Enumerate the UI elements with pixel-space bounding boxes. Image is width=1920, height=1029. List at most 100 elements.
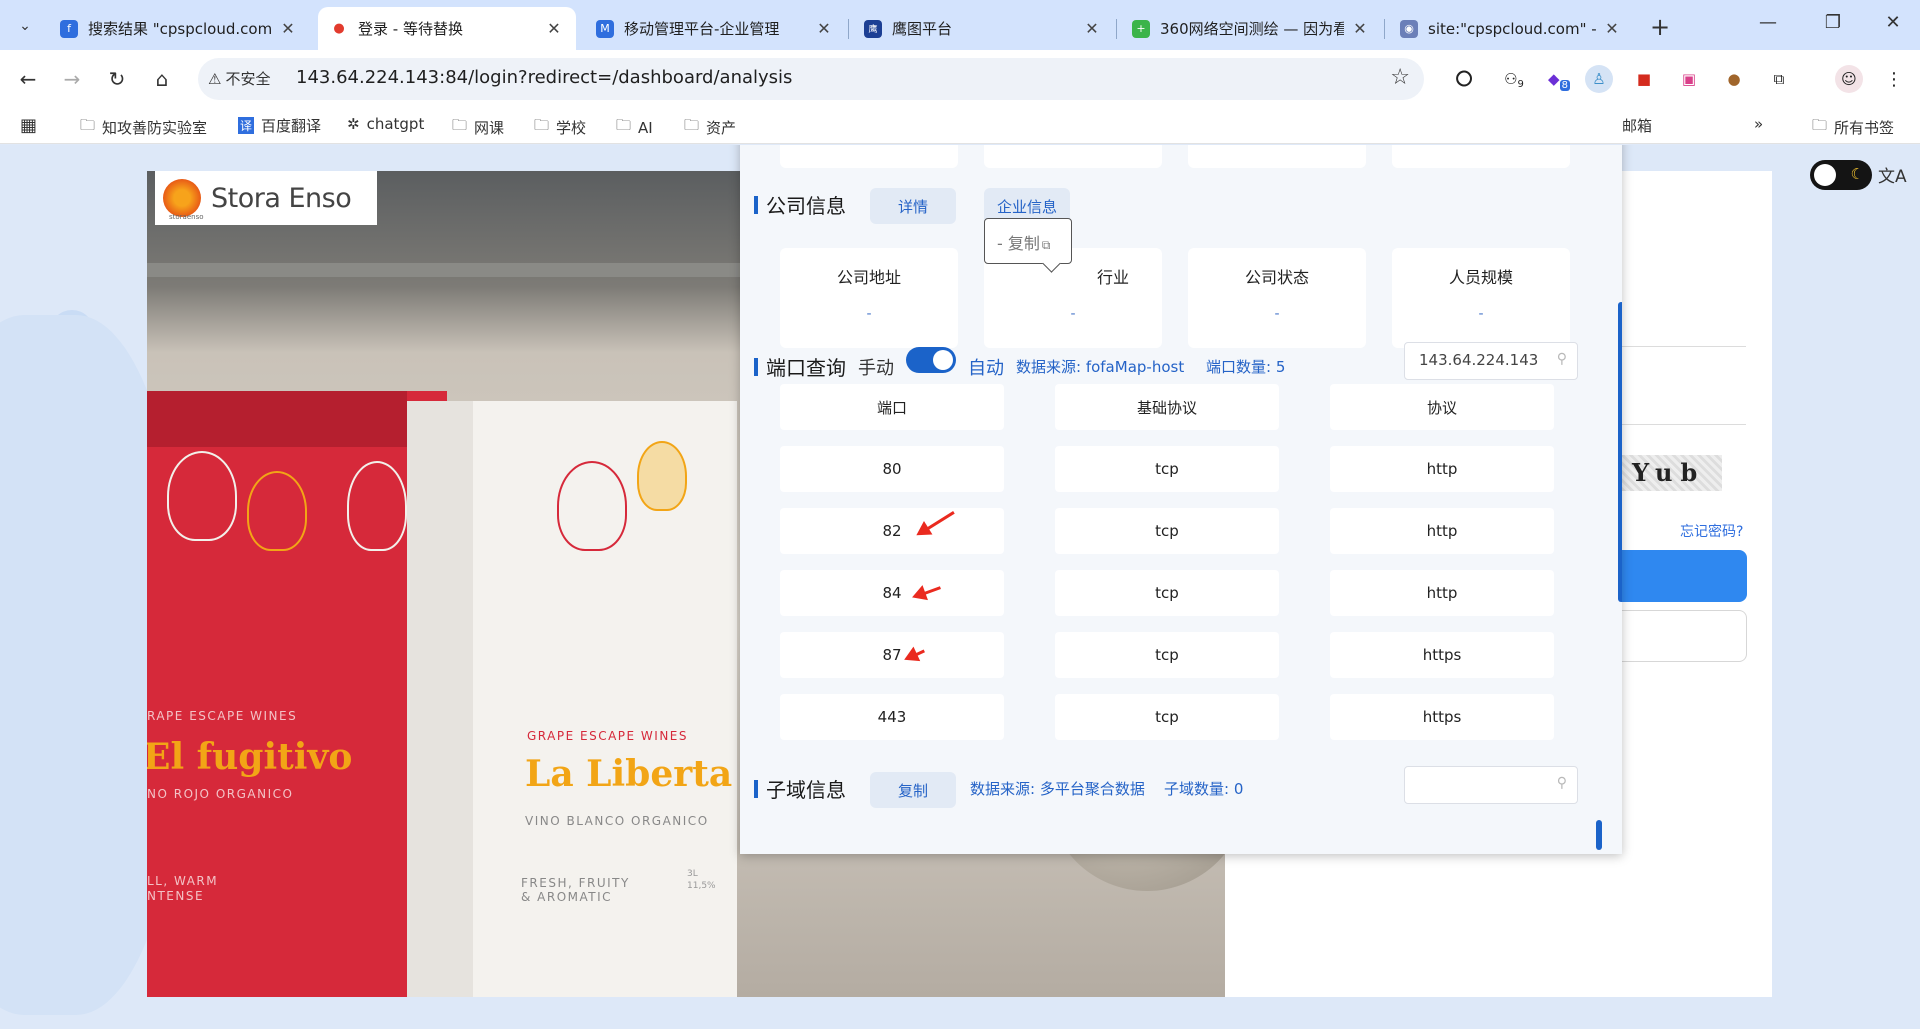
bookmark-label: 学校 bbox=[556, 119, 587, 137]
close-icon[interactable]: ✕ bbox=[814, 19, 834, 38]
close-icon[interactable]: ✕ bbox=[278, 19, 298, 38]
tab-favicon-icon: + bbox=[1132, 19, 1150, 38]
bookmark-label: 所有书签 bbox=[1834, 119, 1895, 137]
close-icon[interactable]: ✕ bbox=[1350, 19, 1370, 38]
forward-icon[interactable]: → bbox=[57, 64, 87, 94]
bookmark-item[interactable]: ✲ chatgpt bbox=[347, 115, 424, 133]
home-icon[interactable]: ⌂ bbox=[147, 64, 177, 94]
product-note: NTENSE bbox=[147, 889, 205, 903]
back-icon[interactable]: ← bbox=[13, 64, 43, 94]
apps-grid-icon[interactable]: ▦ bbox=[20, 115, 37, 136]
search-icon[interactable]: ⚲ bbox=[1557, 775, 1567, 791]
subdomain-section-title: 子域信息 bbox=[766, 778, 846, 802]
protocol-cell: http bbox=[1330, 508, 1554, 554]
security-indicator[interactable]: ⚠ 不安全 bbox=[208, 68, 270, 89]
extension-puzzle-badge-icon[interactable]: ⚇ 9 bbox=[1500, 65, 1528, 93]
wine-box-red-top bbox=[147, 391, 407, 447]
tab-search-results[interactable]: f 搜索结果 "cpspcloud.com" ✕ bbox=[48, 7, 310, 50]
bookmark-label: 百度翻译 bbox=[261, 117, 322, 135]
reload-icon[interactable]: ↻ bbox=[102, 64, 132, 94]
tab-divider bbox=[1384, 19, 1385, 39]
new-tab-button[interactable]: + bbox=[1650, 13, 1670, 41]
extension-flag-icon[interactable]: ■ bbox=[1630, 65, 1658, 93]
tab-360-quake[interactable]: + 360网络空间测绘 — 因为看见 ✕ bbox=[1120, 7, 1382, 50]
username-field-underline[interactable] bbox=[1622, 346, 1746, 347]
brand-logo: Stora Enso storaenso bbox=[155, 171, 377, 225]
port-cell: 80 bbox=[780, 446, 1004, 492]
theme-toggle[interactable]: ☾ bbox=[1810, 160, 1872, 190]
tab-divider bbox=[1116, 19, 1117, 39]
close-icon[interactable]: ✕ bbox=[544, 19, 564, 38]
moon-icon: ☾ bbox=[1850, 165, 1864, 183]
base-protocol-cell: tcp bbox=[1055, 632, 1279, 678]
tooltip-text: - 复制 bbox=[997, 234, 1040, 253]
bookmark-item[interactable]: 🗀 知攻善防实验室 bbox=[80, 115, 207, 140]
extension-translate-icon[interactable]: ▣ bbox=[1675, 65, 1703, 93]
browser-menu-icon[interactable]: ⋮ bbox=[1880, 65, 1908, 93]
extension-cookie-icon[interactable]: ● bbox=[1720, 65, 1748, 93]
secondary-button[interactable] bbox=[1600, 610, 1747, 662]
url-text[interactable]: 143.64.224.143:84/login?redirect=/dashbo… bbox=[296, 67, 792, 88]
minimize-icon[interactable]: — bbox=[1753, 12, 1783, 33]
folder-icon: 🗀 bbox=[534, 116, 550, 134]
column-header-protocol: 协议 bbox=[1330, 384, 1554, 430]
extensions-menu-icon[interactable]: ⧉ bbox=[1765, 65, 1793, 93]
all-bookmarks[interactable]: 🗀 所有书签 bbox=[1812, 115, 1894, 140]
tab-mobile-management[interactable]: M 移动管理平台-企业管理 ✕ bbox=[584, 7, 846, 50]
wine-box-white-side bbox=[407, 401, 473, 997]
address-bar[interactable]: ⚠ 不安全 143.64.224.143:84/login?redirect=/… bbox=[198, 58, 1424, 100]
auto-manual-switch[interactable] bbox=[906, 347, 956, 373]
tab-hunter-platform[interactable]: 鹰 鹰图平台 ✕ bbox=[852, 7, 1114, 50]
company-status-card: 公司状态 - bbox=[1188, 248, 1366, 348]
bookmark-label: 网课 bbox=[474, 119, 505, 137]
bookmark-item[interactable]: 🗀 资产 bbox=[684, 115, 736, 140]
bookmark-item[interactable]: 译百度翻译 bbox=[238, 115, 321, 136]
base-protocol-cell: tcp bbox=[1055, 446, 1279, 492]
restore-icon[interactable]: ❐ bbox=[1818, 12, 1848, 33]
copy-tooltip[interactable]: - 复制 ⧉ bbox=[984, 218, 1072, 264]
inner-scrollbar[interactable] bbox=[1596, 820, 1602, 850]
extension-ring-icon[interactable]: ⭘ bbox=[1450, 65, 1478, 93]
profile-avatar[interactable]: ☺ bbox=[1835, 65, 1863, 93]
bookmark-item[interactable]: 🗀 学校 bbox=[534, 115, 586, 140]
bookmark-label: 知攻善防实验室 bbox=[102, 119, 208, 137]
window-close-icon[interactable]: ✕ bbox=[1878, 12, 1908, 33]
copy-icon: ⧉ bbox=[1041, 238, 1051, 252]
bookmark-star-icon[interactable]: ☆ bbox=[1390, 65, 1410, 90]
extension-hat-icon[interactable]: ◆ 8 bbox=[1545, 65, 1573, 93]
port-search-box[interactable]: ⚲ bbox=[1404, 342, 1578, 380]
port-search-input[interactable] bbox=[1419, 351, 1539, 369]
tab-site-search[interactable]: ◉ site:"cpspcloud.com" - 网 ✕ bbox=[1388, 7, 1634, 50]
tab-search-chevron-icon[interactable]: ⌄ bbox=[10, 12, 40, 40]
openai-icon: ✲ bbox=[347, 115, 360, 133]
tab-favicon-icon: M bbox=[596, 19, 614, 38]
subdomain-search-box[interactable]: ⚲ bbox=[1404, 766, 1578, 804]
bookmark-item[interactable]: 邮箱 bbox=[1622, 115, 1652, 136]
bookmarks-overflow-icon[interactable]: » bbox=[1754, 115, 1763, 133]
close-icon[interactable]: ✕ bbox=[1602, 19, 1622, 38]
subdomain-search-input[interactable] bbox=[1419, 775, 1539, 793]
bookmark-item[interactable]: 🗀 AI bbox=[616, 115, 653, 140]
captcha-image[interactable]: Yub bbox=[1618, 455, 1722, 491]
info-card: - bbox=[984, 145, 1162, 168]
search-icon[interactable]: ⚲ bbox=[1557, 351, 1567, 367]
sun-logo-icon bbox=[163, 179, 201, 217]
info-card: - bbox=[1392, 145, 1570, 168]
subdomain-copy-button[interactable]: 复制 bbox=[870, 772, 956, 808]
bookmark-item[interactable]: 🗀 网课 bbox=[452, 115, 504, 140]
language-icon[interactable]: 文A bbox=[1878, 162, 1907, 187]
extension-active-icon[interactable]: ♙ bbox=[1585, 65, 1613, 93]
page-viewport: Stora Enso storaenso RAPE ESCAPE WINES E… bbox=[0, 145, 1920, 1029]
bookmark-label: 资产 bbox=[706, 119, 737, 137]
close-icon[interactable]: ✕ bbox=[1082, 19, 1102, 38]
glass-drawing-icon bbox=[247, 471, 307, 551]
tab-login[interactable]: ● 登录 - 等待替换 ✕ bbox=[318, 7, 576, 50]
panel-scrollbar[interactable] bbox=[1618, 302, 1622, 602]
tab-favicon-icon: ◉ bbox=[1400, 19, 1418, 38]
glass-drawing-icon bbox=[167, 451, 237, 541]
password-field-underline[interactable] bbox=[1622, 424, 1746, 425]
forgot-password-link[interactable]: 忘记密码? bbox=[1680, 521, 1743, 541]
login-button[interactable] bbox=[1600, 550, 1747, 602]
company-detail-button[interactable]: 详情 bbox=[870, 188, 956, 224]
bookmark-label: AI bbox=[638, 118, 653, 137]
